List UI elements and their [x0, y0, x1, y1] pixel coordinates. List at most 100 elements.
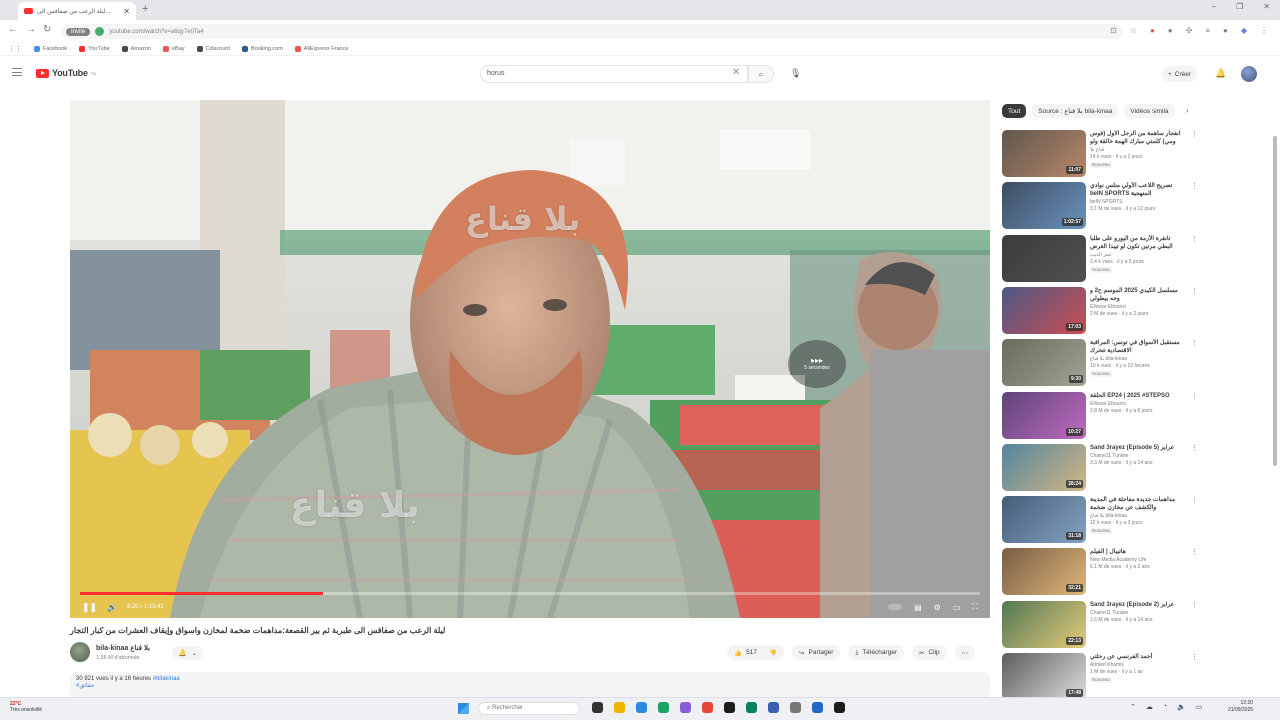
speaker-icon[interactable]: 🔈 — [1177, 703, 1186, 711]
page-scrollbar[interactable] — [1272, 56, 1278, 696]
address-bar[interactable]: Invité youtube.com/watch?v=a6qy7e0Ta4 — [62, 24, 1122, 39]
recommended-video[interactable]: 17:48 أحمد الفرنسي عن رحلتي Ahmed Khamis 1 … — [1002, 653, 1198, 703]
recommended-video-title[interactable]: أحمد الفرنسي عن رحلتي — [1090, 653, 1186, 661]
taskbar-app-icon[interactable] — [724, 702, 735, 713]
recommended-video-channel[interactable]: قناع بلا — [1090, 147, 1186, 154]
more-options-icon[interactable]: ⋮ — [1191, 548, 1198, 556]
extension-icon[interactable]: ● — [1168, 26, 1173, 35]
video-thumbnail[interactable]: 22:13 — [1002, 600, 1086, 648]
scrollbar-thumb[interactable] — [1273, 136, 1277, 466]
recommended-video-channel[interactable]: New Media Academy Life — [1090, 557, 1186, 564]
download-button[interactable]: ⤓ Télécharger — [848, 645, 904, 660]
video-thumbnail[interactable]: 32:21 — [1002, 548, 1086, 596]
taskbar-app-icon[interactable] — [614, 702, 625, 713]
recommended-video-channel[interactable]: Ahmed Khamis — [1090, 662, 1186, 669]
cloud-icon[interactable]: ☁ — [1146, 703, 1153, 711]
recommended-video[interactable]: 17:03 مسلسل الكيدي 2025 الموسم ح2 و وجه ب… — [1002, 286, 1198, 337]
puzzle-extensions-icon[interactable]: ✣ — [1186, 26, 1193, 35]
adblock-extension-icon[interactable]: ● — [1150, 26, 1155, 35]
site-info-icon[interactable] — [95, 27, 105, 36]
browser-tab[interactable]: ليلة الرعب من صفاقس الى... ✕ — [18, 2, 136, 20]
more-actions-button[interactable]: ⋯ — [954, 645, 976, 660]
more-options-icon[interactable]: ⋮ — [1191, 392, 1198, 400]
guide-menu-icon[interactable] — [12, 68, 22, 76]
taskbar-app-icon[interactable] — [790, 702, 801, 713]
video-description[interactable]: 30 821 vues il y a 16 heures #bilakinaa … — [70, 672, 990, 698]
profile-icon[interactable]: ● — [1223, 26, 1228, 35]
recommended-video-channel[interactable]: Chaine11 Tunisie — [1090, 610, 1186, 617]
account-avatar[interactable] — [1241, 66, 1257, 82]
recommended-video-channel[interactable]: بلا قناع bila-kinaa — [1090, 513, 1186, 520]
like-dislike-button[interactable]: 👍 517 👎 — [727, 645, 785, 660]
video-thumbnail[interactable]: 28:24 — [1002, 443, 1086, 491]
chevron-right-icon[interactable]: › — [1186, 106, 1189, 115]
create-button[interactable]: + Créer — [1162, 66, 1198, 82]
notifications-bell-icon[interactable]: 🔔 — [1215, 68, 1226, 79]
wifi-icon[interactable]: ◔ — [1163, 703, 1167, 711]
clip-button[interactable]: ✂ Clip — [912, 645, 947, 660]
minimize-button[interactable]: – — [1212, 2, 1216, 11]
taskbar-app-icon[interactable] — [702, 702, 713, 713]
thumbs-down-icon[interactable]: 👎 — [769, 649, 777, 657]
more-options-icon[interactable]: ⋮ — [1191, 130, 1198, 138]
more-options-icon[interactable]: ⋮ — [1191, 653, 1198, 661]
recommended-video-channel[interactable]: Elhiwar Ettounsi — [1090, 401, 1186, 408]
volume-icon[interactable]: 🔊 — [107, 603, 117, 612]
url-text[interactable]: youtube.com/watch?v=a6qy7e0Ta4 — [109, 29, 203, 35]
recommended-video-channel[interactable]: beIN SPORTS — [1090, 199, 1186, 206]
settings-gear-icon[interactable]: ⚙ — [934, 603, 941, 612]
recommended-video[interactable]: 9:30 مستقبل الأسواق في تونس: المراقبة الا… — [1002, 339, 1198, 389]
taskbar-app-icon[interactable] — [680, 702, 691, 713]
recommended-video-channel[interactable]: عمر الديب — [1090, 252, 1186, 259]
guest-badge[interactable]: Invité — [66, 27, 91, 36]
reload-icon[interactable]: ↻ — [43, 24, 51, 35]
shield-extension-icon[interactable]: ◆ — [1241, 26, 1247, 35]
more-options-icon[interactable]: ⋮ — [1191, 496, 1198, 504]
bookmark-star-icon[interactable]: ☆ — [1130, 26, 1137, 35]
voice-search-icon[interactable]: 🎙 — [790, 68, 801, 79]
close-tab-icon[interactable]: ✕ — [123, 7, 130, 16]
filter-chip-similar[interactable]: Vidéos simila — [1124, 104, 1175, 118]
taskbar-app-icon[interactable] — [834, 702, 845, 713]
more-options-icon[interactable]: ⋮ — [1191, 182, 1198, 190]
bookmark-youtube[interactable]: YouTube — [79, 45, 110, 52]
tray-chevron-icon[interactable]: ⌃ — [1130, 703, 1136, 711]
weather-widget[interactable]: 22°C Très ensoleillé — [10, 701, 42, 713]
taskbar-app-icon[interactable] — [592, 702, 603, 713]
menu-kebab-icon[interactable]: ⋮ — [1260, 26, 1268, 35]
subscription-bell-button[interactable]: 🔔 ⌄ — [172, 646, 203, 660]
more-options-icon[interactable]: ⋮ — [1191, 287, 1198, 295]
more-options-icon[interactable]: ⋮ — [1191, 444, 1198, 452]
recommended-video[interactable]: 32:21 هاتيبال | الفيلم New Media Academy L… — [1002, 548, 1198, 598]
youtube-logo[interactable]: YouTube TN — [36, 68, 96, 78]
video-thumbnail[interactable]: 9:30 — [1002, 339, 1086, 387]
hashtag-link[interactable]: #bilakinaa — [153, 676, 180, 682]
autoplay-toggle[interactable] — [888, 604, 903, 610]
recommended-video-title[interactable]: تانقرة الأزمة من اليورو على طلبا البطي م… — [1090, 235, 1186, 251]
recommended-video-title[interactable]: هاتيبال | الفيلم — [1090, 548, 1186, 556]
close-window-button[interactable]: ✕ — [1263, 2, 1270, 11]
taskbar-app-icon[interactable] — [636, 702, 647, 713]
recommended-video[interactable]: 28:24 Sand 3rayez (Episode 5) عرايز Chaine… — [1002, 443, 1198, 494]
clear-search-icon[interactable]: ✕ — [732, 67, 740, 78]
bookmark-aliexpress[interactable]: AliExpress France — [294, 45, 348, 52]
recommended-video[interactable]: تانقرة الأزمة من اليورو على طلبا البطي م… — [1002, 234, 1198, 285]
recommended-video-title[interactable]: مسلسل الكيدي 2025 الموسم ح2 و وجه بيطولي — [1090, 287, 1186, 303]
search-button[interactable]: ⌕ — [748, 65, 774, 83]
fullscreen-icon[interactable]: ⛶ — [972, 602, 978, 612]
recommended-video-title[interactable]: Sand 3rayez (Episode 5) عرايز — [1090, 444, 1186, 452]
channel-name[interactable]: bila-kinaa بلا قناع — [96, 644, 150, 652]
taskbar-app-icon[interactable] — [812, 702, 823, 713]
pause-icon[interactable]: ❚❚ — [82, 602, 97, 613]
recommended-video[interactable]: 22:13 Sand 3rayez (Episode 2) عرايز Chaine… — [1002, 600, 1198, 651]
taskbar-app-icon[interactable] — [658, 702, 669, 713]
more-options-icon[interactable]: ⋮ — [1191, 235, 1198, 243]
recommended-video-channel[interactable]: Elhiwar Ettounsi — [1090, 304, 1186, 311]
channel-avatar[interactable] — [70, 642, 90, 662]
taskbar-search-input[interactable]: ⌕ Rechercher — [478, 702, 580, 715]
theater-mode-icon[interactable]: ▭ — [953, 603, 961, 612]
video-thumbnail[interactable]: 31:18 — [1002, 496, 1086, 544]
video-thumbnail[interactable]: 1:02:57 — [1002, 182, 1086, 230]
video-thumbnail[interactable]: 17:48 — [1002, 653, 1086, 700]
recommended-video[interactable]: 31:18 مداهمات جديدة مفاجئة في المدينة وال… — [1002, 496, 1198, 546]
